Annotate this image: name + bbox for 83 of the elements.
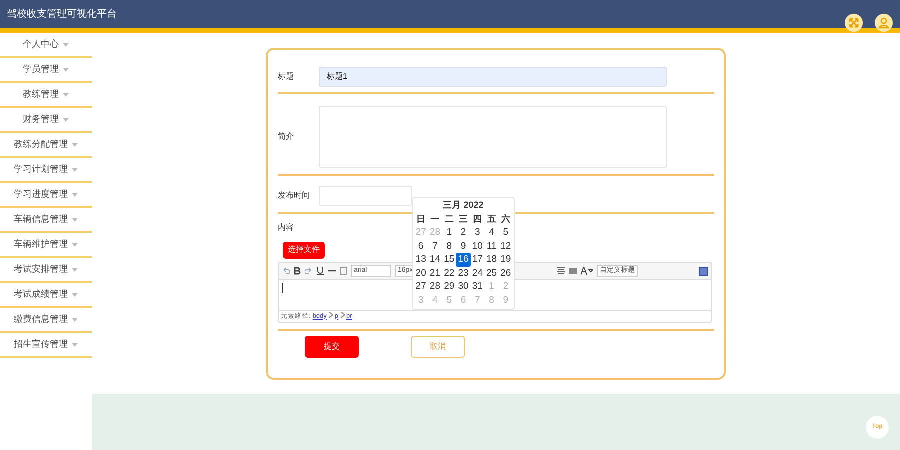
calendar-day[interactable]: 18	[484, 253, 499, 266]
user-icon[interactable]	[875, 14, 893, 32]
field-label: 发布时间	[278, 190, 311, 202]
title-input[interactable]: 标题1	[319, 67, 667, 87]
calendar-day[interactable]: 24	[470, 266, 485, 280]
caret-icon	[63, 42, 69, 46]
caret-icon	[72, 318, 78, 322]
weekday-label: 日	[416, 213, 427, 226]
calendar-day[interactable]: 22	[442, 266, 456, 280]
weekday-label: 一	[430, 213, 441, 226]
choose-file-button[interactable]: 选择文件	[283, 242, 325, 258]
calendar-day[interactable]: 27	[414, 280, 428, 294]
sidebar-item[interactable]: 车辆维护管理	[0, 233, 92, 258]
date-input[interactable]	[319, 186, 412, 206]
caret-icon	[72, 218, 78, 222]
font-color-icon[interactable]	[581, 267, 593, 275]
fullscreen-icon[interactable]	[845, 14, 863, 32]
weekday-label: 二	[444, 213, 455, 226]
align-icon[interactable]	[557, 267, 565, 275]
calendar-day[interactable]: 28	[428, 280, 442, 294]
calendar-day[interactable]: 1	[442, 226, 456, 240]
calendar-day[interactable]: 16	[456, 253, 471, 266]
fullscreen-editor-icon[interactable]	[699, 266, 708, 276]
separator-icon	[328, 312, 333, 318]
sidebar-item[interactable]: 教练分配管理	[0, 133, 92, 158]
sidebar-item[interactable]: 教练管理	[0, 83, 92, 108]
separator-icon	[340, 312, 345, 318]
weekday-label: 三	[458, 213, 469, 226]
calendar-day[interactable]: 15	[442, 253, 456, 266]
weekday-label: 四	[472, 213, 484, 226]
caret-icon	[72, 242, 78, 246]
app-title: 驾校收支管理可视化平台	[7, 8, 117, 22]
submit-button[interactable]: 提交	[305, 336, 359, 358]
caret-icon	[72, 142, 78, 146]
calendar-day[interactable]: 5	[498, 226, 513, 240]
caret-icon	[72, 268, 78, 272]
calendar-day[interactable]: 21	[428, 266, 442, 280]
sidebar-item[interactable]: 车辆信息管理	[0, 208, 92, 233]
calendar-day[interactable]: 17	[470, 253, 485, 266]
calendar-day[interactable]: 14	[428, 253, 442, 266]
bold-icon[interactable]	[294, 267, 301, 275]
calendar-day[interactable]: 9	[456, 240, 471, 253]
calendar-day[interactable]: 13	[414, 253, 428, 266]
calendar-day[interactable]: 8	[442, 240, 456, 253]
calendar-day[interactable]: 29	[442, 280, 456, 294]
calendar-day[interactable]: 6	[414, 240, 428, 253]
weekday-label: 五	[486, 213, 498, 226]
calendar-day[interactable]: 3	[470, 226, 485, 240]
calendar-day[interactable]: 7	[428, 240, 442, 253]
caret-icon	[63, 92, 69, 96]
sidebar-item[interactable]: 学员管理	[0, 58, 92, 83]
calendar-day[interactable]: 11	[484, 240, 499, 253]
calendar-day[interactable]: 19	[498, 253, 513, 266]
field-label: 标题	[278, 71, 295, 83]
calendar-day[interactable]: 10	[470, 240, 485, 253]
calendar-title: 三月 2022	[442, 199, 485, 212]
sidebar-item[interactable]: 学习计划管理	[0, 158, 92, 183]
sidebar-item[interactable]: 财务管理	[0, 108, 92, 133]
calendar-day[interactable]: 30	[456, 280, 471, 294]
sidebar-item[interactable]: 学习进度管理	[0, 183, 92, 208]
caret-icon	[72, 168, 78, 172]
calendar-day[interactable]: 31	[470, 280, 485, 294]
calendar-day[interactable]: 26	[498, 266, 513, 280]
calendar-day[interactable]: 2	[456, 226, 471, 240]
underline-icon[interactable]	[317, 267, 324, 275]
caret-icon	[63, 118, 69, 122]
caret-icon	[63, 68, 69, 72]
caret-icon	[72, 342, 78, 346]
caret-icon	[72, 192, 78, 196]
sidebar-item[interactable]: 招生宣传管理	[0, 333, 92, 358]
field-label: 内容	[278, 222, 294, 234]
calendar-day[interactable]: 23	[456, 266, 471, 280]
sidebar-item[interactable]: 个人中心	[0, 33, 92, 58]
calendar-day[interactable]: 20	[414, 266, 428, 280]
sidebar-item[interactable]: 考试成绩管理	[0, 283, 92, 308]
sidebar-item[interactable]: 缴费信息管理	[0, 308, 92, 333]
sidebar-item[interactable]: 考试安排管理	[0, 258, 92, 283]
weekday-label: 六	[500, 213, 512, 226]
caret-icon	[72, 292, 78, 296]
calendar-day[interactable]: 12	[498, 240, 513, 253]
field-label: 简介	[278, 131, 295, 143]
calendar-day[interactable]: 25	[484, 266, 499, 280]
calendar-day[interactable]: 4	[484, 226, 499, 240]
